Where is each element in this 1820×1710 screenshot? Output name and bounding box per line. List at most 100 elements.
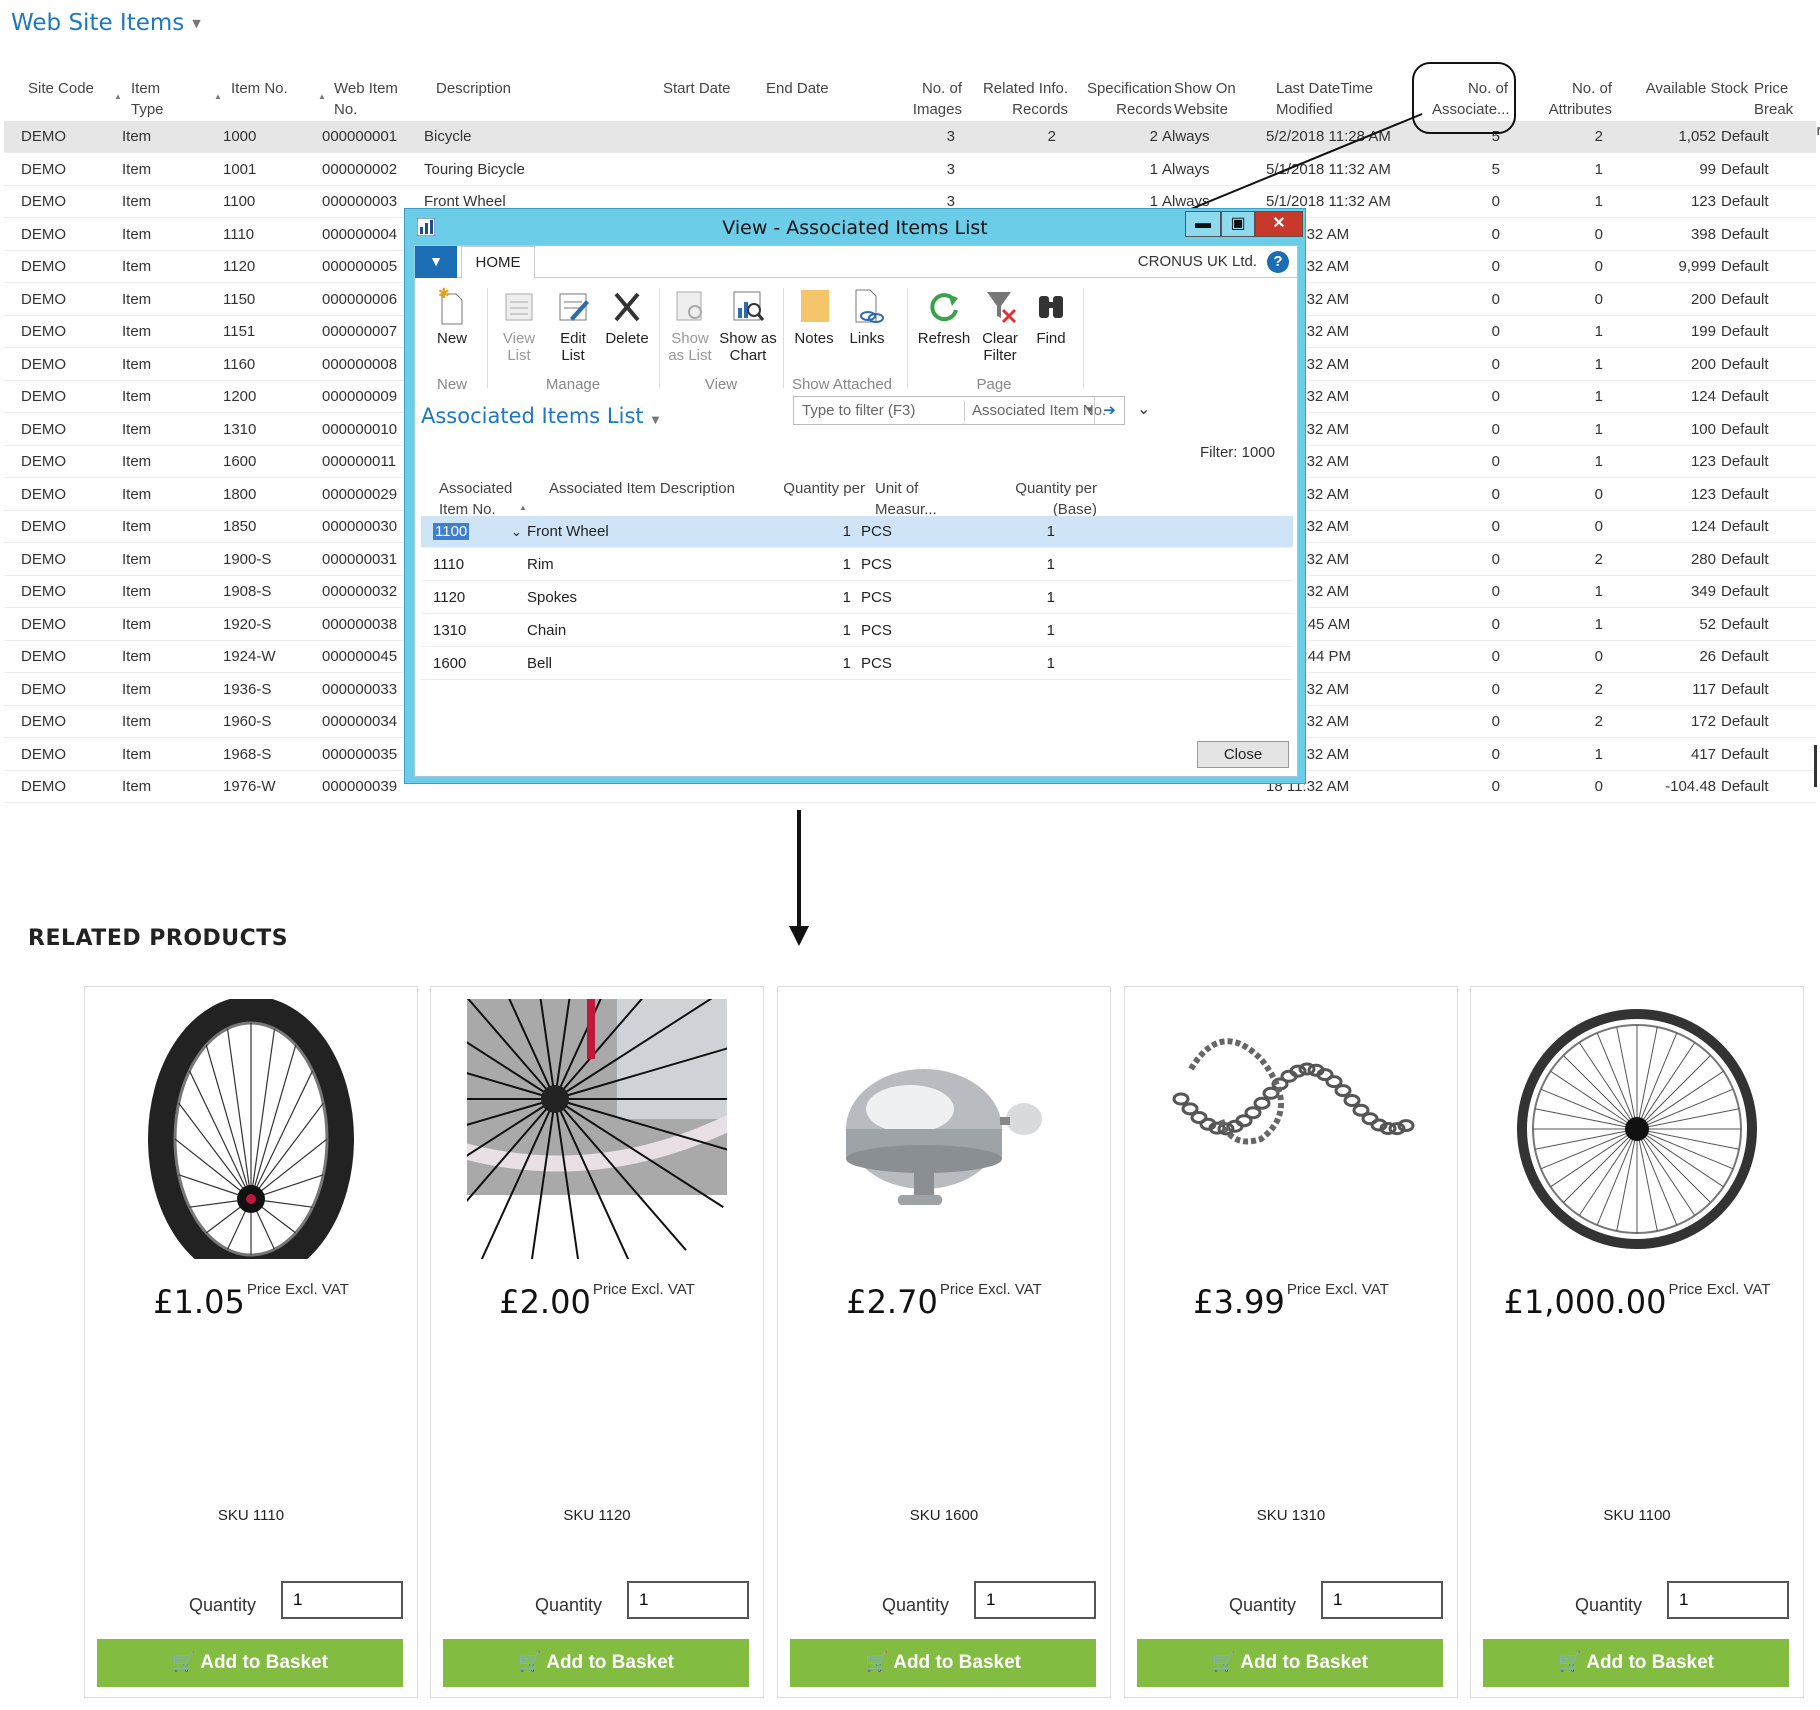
show-as-list-button[interactable]: Show as List	[663, 286, 717, 364]
help-icon[interactable]: ?	[1267, 251, 1289, 273]
column-header[interactable]: Quantity per (Base)	[975, 478, 1097, 520]
group-label-page: Page	[976, 376, 1012, 393]
quantity-input[interactable]	[627, 1581, 749, 1619]
table-cell: Chain	[527, 622, 567, 639]
table-cell: 1	[1046, 556, 1055, 573]
minimize-button[interactable]: ▬	[1185, 211, 1221, 237]
chain-image[interactable]	[1161, 999, 1421, 1259]
spokes-image[interactable]	[355, 900, 755, 1298]
quantity-input[interactable]	[1667, 1581, 1789, 1619]
ribbon-separator	[659, 288, 660, 388]
table-cell: PCS	[861, 622, 892, 639]
price-excl-vat-label: Price Excl. VAT	[246, 1281, 349, 1298]
associated-items-dialog: View - Associated Items List ▬ ▣ ✕ ▼ HOM…	[404, 208, 1306, 784]
refresh-button[interactable]: Refresh	[913, 286, 975, 347]
delete-icon	[614, 292, 640, 322]
rim-image[interactable]	[121, 996, 381, 1282]
add-to-basket-label: Add to Basket	[1586, 1652, 1714, 1673]
list-item[interactable]: 1100 Front Wheel 1 PCS 1 ⌄	[421, 516, 1293, 548]
group-label-manage: Manage	[545, 376, 601, 393]
quantity-input[interactable]	[1321, 1581, 1443, 1619]
wheel-image[interactable]	[1507, 999, 1767, 1259]
table-cell: Front Wheel	[527, 523, 609, 540]
add-to-basket-button[interactable]: 🛒 Add to Basket	[443, 1639, 749, 1687]
table-cell: 1110	[433, 556, 465, 573]
table-cell: Bell	[527, 655, 553, 672]
add-to-basket-button[interactable]: 🛒 Add to Basket	[1483, 1639, 1789, 1687]
delete-button[interactable]: Delete	[601, 286, 653, 347]
group-label-show-attached: Show Attached	[791, 376, 893, 393]
product-card: £3.99Price Excl. VAT SKU 1310 Quantity 🛒 Ad…	[1124, 986, 1458, 1698]
price-amount: £1.05	[153, 1283, 245, 1321]
chart-icon	[733, 291, 765, 321]
bell-image[interactable]	[814, 999, 1074, 1259]
product-card: £1.05Price Excl. VAT SKU 1110 Quantity 🛒 Ad…	[84, 986, 418, 1698]
quantity-input[interactable]	[974, 1581, 1096, 1619]
add-to-basket-label: Add to Basket	[893, 1652, 1021, 1673]
add-to-basket-button[interactable]: 🛒 Add to Basket	[790, 1639, 1096, 1687]
svg-text:✱: ✱	[438, 286, 450, 301]
links-button[interactable]: Links	[841, 286, 893, 347]
new-button[interactable]: ✱ New	[425, 286, 479, 347]
selected-item-no[interactable]: 1100	[433, 523, 470, 540]
product-sku: SKU 1600	[909, 1507, 979, 1524]
binoculars-icon	[1039, 296, 1063, 318]
table-cell: 1120	[433, 589, 466, 606]
cart-icon: 🛒	[172, 1652, 201, 1673]
price-amount: £2.00	[499, 1283, 591, 1321]
column-header[interactable]: Associated Item Description	[549, 478, 769, 499]
group-label-new: New	[436, 376, 467, 393]
filter-text: Filter: 1000	[1199, 444, 1275, 461]
column-header[interactable]: Unit of Measur...	[875, 478, 975, 520]
add-to-basket-label: Add to Basket	[1240, 1652, 1368, 1673]
associated-items-list-title[interactable]: Associated Items List ▼	[421, 404, 659, 428]
find-button[interactable]: Find	[1027, 286, 1075, 347]
clear-filter-button[interactable]: Clear Filter	[975, 286, 1025, 364]
column-header[interactable]: Quantity per	[747, 478, 865, 499]
list-item[interactable]: 1310 Chain 1 PCS 1	[421, 615, 1293, 647]
ribbon-separator	[783, 288, 784, 388]
quantity-input[interactable]	[281, 1581, 403, 1619]
maximize-button[interactable]: ▣	[1221, 211, 1255, 237]
app-menu-button[interactable]: ▼	[415, 246, 457, 278]
table-cell: PCS	[861, 589, 892, 606]
close-window-button[interactable]: ✕	[1255, 211, 1303, 237]
arrow-right-icon[interactable]: ➔	[1094, 397, 1124, 424]
filter-input[interactable]: Type to filter (F3)	[802, 397, 915, 424]
product-sku: SKU 1120	[563, 1507, 631, 1524]
product-price: £2.00 Price Excl. VAT	[431, 1281, 763, 1321]
dialog-title: View - Associated Items List	[722, 217, 988, 239]
filter-box[interactable]: Type to filter (F3) Associated Item No. …	[793, 396, 1125, 425]
ribbon-separator	[487, 288, 488, 388]
product-card: £1,000.00 Price Excl. VAT SKU 1100 Quantity…	[1470, 986, 1804, 1698]
product-price: £1.05 Price Excl. VAT	[85, 1281, 417, 1321]
column-header[interactable]: Associated Item No.	[439, 478, 529, 520]
table-cell: PCS	[861, 655, 892, 672]
table-cell: 1	[842, 655, 851, 672]
app-icon	[417, 218, 435, 236]
list-item[interactable]: 1120 Spokes 1 PCS 1	[421, 582, 1293, 614]
add-to-basket-button[interactable]: 🛒 Add to Basket	[1137, 1639, 1443, 1687]
product-sku: SKU 1310	[1256, 1507, 1326, 1524]
add-to-basket-label: Add to Basket	[200, 1652, 328, 1673]
clear-filter-icon	[987, 292, 1017, 324]
edit-list-button[interactable]: Edit List	[547, 286, 599, 364]
close-button[interactable]: Close	[1197, 741, 1289, 768]
notes-icon	[801, 290, 829, 322]
refresh-icon	[930, 293, 958, 322]
tab-home[interactable]: HOME	[461, 246, 535, 279]
show-as-chart-button[interactable]: Show as Chart	[717, 286, 779, 364]
product-price: £3.99 Price Excl. VAT	[1125, 1281, 1457, 1321]
view-list-button[interactable]: View List	[493, 286, 545, 364]
chevron-down-icon[interactable]: ⌄	[511, 516, 522, 548]
list-item[interactable]: 1110 Rim 1 PCS 1	[421, 549, 1293, 581]
add-to-basket-button[interactable]: 🛒 Add to Basket	[97, 1639, 403, 1687]
price-excl-vat-label: Price Excl. VAT	[1286, 1281, 1389, 1298]
collapse-chevron-icon[interactable]: ⌄	[1137, 399, 1150, 419]
list-item[interactable]: 1600 Bell 1 PCS 1	[421, 648, 1293, 680]
table-cell: 1	[1046, 655, 1055, 672]
price-amount: £3.99	[1193, 1283, 1285, 1321]
table-cell: 1310	[433, 622, 467, 639]
notes-button[interactable]: Notes	[787, 286, 841, 347]
table-cell: PCS	[861, 556, 892, 573]
